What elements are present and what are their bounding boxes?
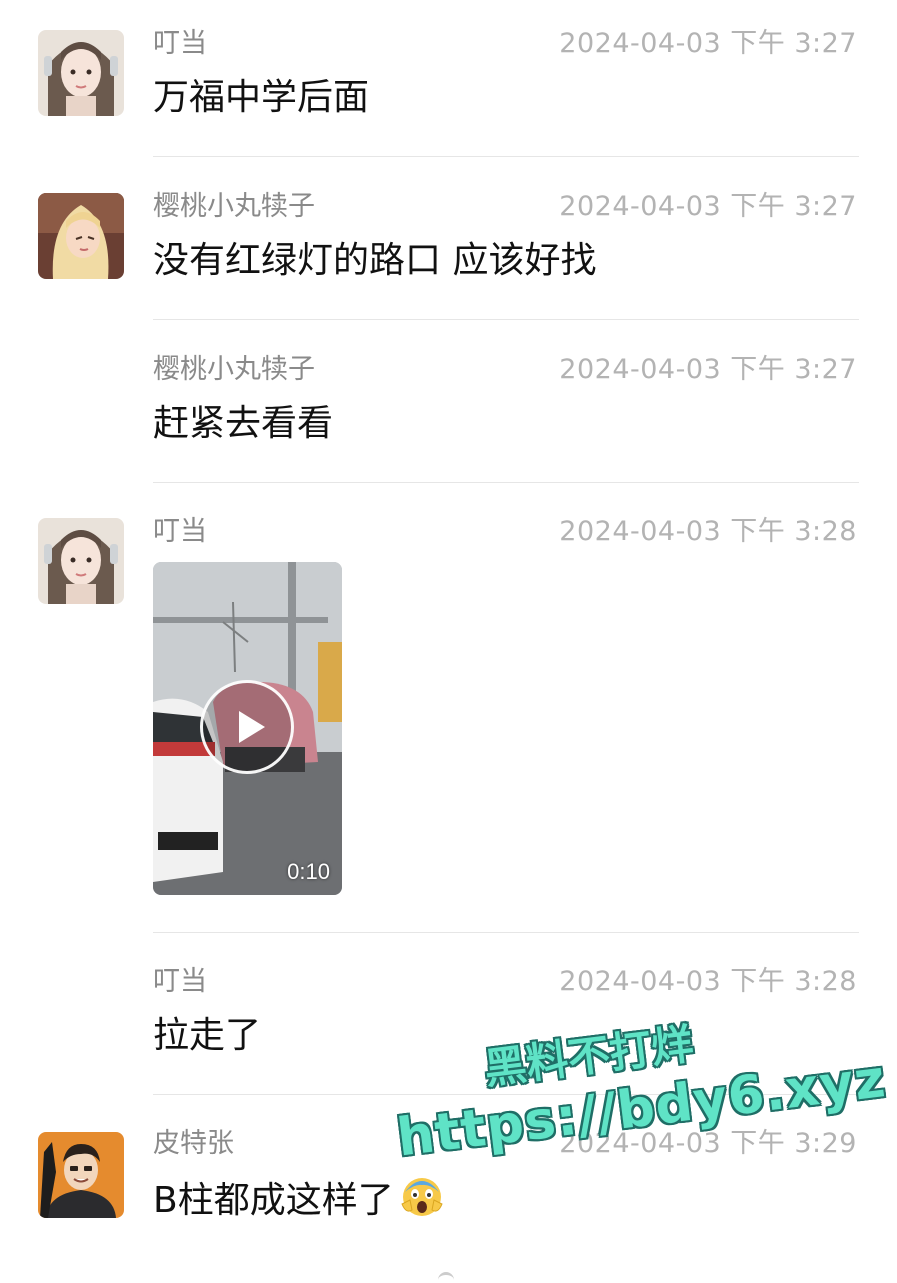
message-time: 2024-04-03 下午 3:29 [559, 1128, 857, 1159]
message-text-content: B柱都成这样了 [153, 1180, 394, 1221]
video-duration: 0:10 [287, 859, 330, 884]
watermark-title: 黑料不打烊 [481, 1019, 697, 1094]
message-text[interactable]: 万福中学后面 [153, 74, 369, 122]
watermark: 黑料不打烊 https://bdy6.xyz [386, 994, 889, 1216]
avatar-girl[interactable] [38, 30, 124, 116]
message-text[interactable]: 赶紧去看看 [153, 400, 333, 448]
avatar-cartoon-blonde[interactable] [38, 193, 124, 279]
message-time: 2024-04-03 下午 3:27 [559, 28, 857, 59]
play-icon[interactable] [200, 680, 294, 774]
divider [153, 482, 859, 483]
sender-name: 樱桃小丸犊子 [153, 191, 315, 222]
sender-name: 叮当 [153, 28, 207, 59]
avatar-girl[interactable] [38, 518, 124, 604]
message-time: 2024-04-03 下午 3:27 [559, 354, 857, 385]
message-text[interactable]: 拉走了 [153, 1012, 261, 1060]
message-text[interactable]: 没有红绿灯的路口 应该好找 [153, 237, 596, 285]
sender-name: 皮特张 [153, 1128, 234, 1159]
divider [153, 932, 859, 933]
divider [153, 1094, 859, 1095]
divider [153, 319, 859, 320]
sender-name: 叮当 [153, 966, 207, 997]
screaming-face-emoji [400, 1174, 444, 1218]
sender-name: 叮当 [153, 516, 207, 547]
divider [153, 156, 859, 157]
scroll-indicator [438, 1272, 454, 1283]
message-time: 2024-04-03 下午 3:27 [559, 191, 857, 222]
video-thumbnail[interactable]: 0:10 [153, 562, 342, 895]
sender-name: 樱桃小丸犊子 [153, 354, 315, 385]
message-time: 2024-04-03 下午 3:28 [559, 966, 857, 997]
avatar-cartoon-man[interactable] [38, 1132, 124, 1218]
message-time: 2024-04-03 下午 3:28 [559, 516, 857, 547]
message-text[interactable]: B柱都成这样了 [153, 1174, 444, 1225]
